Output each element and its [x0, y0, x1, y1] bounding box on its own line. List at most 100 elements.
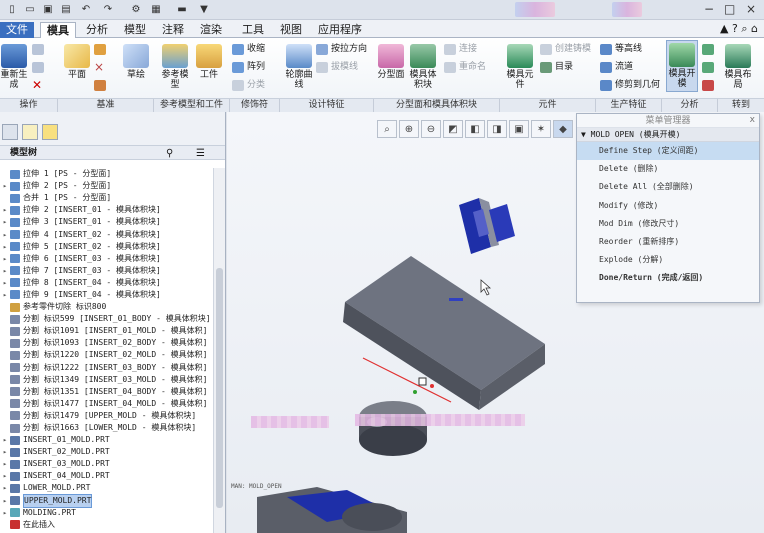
tree-row[interactable]: 分割 标识1220 [INSERT_02_MOLD - 模具体积] [0, 349, 213, 361]
expand-icon[interactable]: ▸ [0, 289, 10, 301]
tree-row[interactable]: 分割 标识1091 [INSERT_01_MOLD - 模具体积] [0, 325, 213, 337]
minimize-icon[interactable]: − [704, 2, 714, 16]
tree-row[interactable]: 分割 标识1093 [INSERT_02_BODY - 模具体积] [0, 337, 213, 349]
tab-annotate[interactable]: 注释 [156, 22, 190, 38]
csys-button[interactable] [94, 78, 109, 92]
expand-icon[interactable]: ▸ [0, 253, 10, 265]
save-icon[interactable]: ▣ [40, 2, 56, 17]
tree-filter-icon[interactable]: ⚲ [166, 147, 173, 161]
tree-row[interactable]: ▸ 拉伸 5 [INSERT_02 - 模具体积块] [0, 241, 213, 253]
search-icon[interactable]: ⌕ [741, 22, 747, 35]
pattern-button[interactable]: 阵列 [232, 60, 265, 74]
tree-row[interactable]: 分割 标识1222 [INSERT_03_BODY - 模具体积] [0, 362, 213, 374]
tab-view[interactable]: 视图 [274, 22, 308, 38]
tab-tools[interactable]: 工具 [236, 22, 270, 38]
menu-item[interactable]: Mod Dim (修改尺寸) [577, 215, 759, 233]
help-icon[interactable]: ? [732, 22, 738, 35]
tree-row[interactable]: ▸ 拉伸 8 [INSERT_04 - 模具体积块] [0, 277, 213, 289]
print-icon[interactable]: ▤ [58, 2, 74, 17]
group-datum[interactable]: 基准 [58, 99, 154, 112]
tree-row[interactable]: 分割 标识1663 [LOWER_MOLD - 模具体积块] [0, 422, 213, 434]
folder-icon[interactable]: ▬ [174, 2, 190, 17]
tree-row[interactable]: 分割 标识1479 [UPPER_MOLD - 模具体积块] [0, 410, 213, 422]
plane-button[interactable]: 平面 [62, 44, 92, 80]
tree-row[interactable]: ▸ 拉伸 2 [INSERT_01 - 模具体积块] [0, 204, 213, 216]
open-icon[interactable]: ▭ [22, 2, 38, 17]
contour-curve-button[interactable]: 轮廓曲线 [284, 44, 314, 90]
delete-button[interactable]: ✕ [32, 78, 42, 92]
group-modifiers[interactable]: 修饰符 [230, 99, 280, 112]
tree-row[interactable]: ▸ 拉伸 9 [INSERT_04 - 模具体积块] [0, 289, 213, 301]
tree-row[interactable]: ▸ INSERT_01_MOLD.PRT [0, 434, 213, 446]
menu-item[interactable]: Modify (修改) [577, 197, 759, 215]
mold-component-button[interactable]: 模具元件 [504, 44, 536, 90]
tree-row[interactable]: ▸ INSERT_02_MOLD.PRT [0, 446, 213, 458]
regen-icon[interactable]: ⚙ [128, 2, 144, 17]
pin-icon[interactable]: ⌂ [751, 22, 758, 35]
tree-row[interactable]: ▸ 拉伸 6 [INSERT_03 - 模具体积块] [0, 253, 213, 265]
split-button[interactable]: 分类 [232, 78, 265, 92]
tree-row[interactable]: 拉伸 1 [PS - 分型面] [0, 168, 213, 180]
expand-icon[interactable]: ▸ [0, 446, 10, 458]
menu-item[interactable]: Define Step (定义间距) [577, 142, 759, 161]
collapse-icon[interactable]: ▲ [720, 22, 728, 35]
runner-button[interactable]: 流道 [600, 60, 633, 74]
tree-row[interactable]: ▸ INSERT_03_MOLD.PRT [0, 458, 213, 470]
expand-icon[interactable]: ▸ [0, 507, 10, 519]
group-reference-model[interactable]: 参考模型和工件 [154, 99, 230, 112]
tree-row[interactable]: ▸ 拉伸 4 [INSERT_02 - 模具体积块] [0, 228, 213, 240]
mold-volume-button[interactable]: 模具体积块 [406, 44, 440, 90]
tree-scroll-thumb[interactable] [216, 268, 223, 508]
qat-dropdown-icon[interactable]: ▼ [196, 2, 212, 17]
expand-icon[interactable]: ▸ [0, 216, 10, 228]
mold-open-submenu[interactable]: ▼ MOLD OPEN (模具开模) [577, 128, 759, 142]
expand-icon[interactable]: ▸ [0, 470, 10, 482]
tree-row[interactable]: 分割 标识599 [INSERT_01_BODY - 模具体积块] [0, 313, 213, 325]
regenerate-button[interactable]: 重新生成 [0, 44, 28, 90]
contour-button[interactable]: 等高线 [600, 42, 642, 56]
connect-button[interactable]: 连接 [444, 42, 477, 56]
mold-opening-button[interactable]: 模具开模 [666, 40, 698, 92]
group-analysis[interactable]: 分析 [662, 99, 718, 112]
analysis-1-button[interactable] [702, 42, 717, 56]
menu-item[interactable]: Explode (分解) [577, 251, 759, 269]
axis-button[interactable] [94, 42, 109, 56]
folder-browser-icon[interactable] [42, 124, 58, 140]
new-icon[interactable]: ▯ [4, 2, 20, 17]
restore-icon[interactable]: □ [724, 2, 735, 16]
tree-row[interactable]: 分割 标识1477 [INSERT_04_MOLD - 模具体积] [0, 398, 213, 410]
group-design-features[interactable]: 设计特征 [280, 99, 374, 112]
tree-row[interactable]: ▸ INSERT_04_MOLD.PRT [0, 470, 213, 482]
layer-tree-icon[interactable] [22, 124, 38, 140]
tree-columns-icon[interactable]: ☰ [196, 147, 205, 161]
mold-layout-button[interactable]: 模具布局 [722, 44, 754, 90]
tree-row[interactable]: ▸ 拉伸 3 [INSERT_01 - 模具体积块] [0, 216, 213, 228]
tree-row[interactable]: 分割 标识1351 [INSERT_04_BODY - 模具体积] [0, 386, 213, 398]
group-parting-surface[interactable]: 分型面和模具体积块 [374, 99, 500, 112]
group-operations[interactable]: 操作 [0, 99, 58, 112]
expand-icon[interactable]: ▸ [0, 434, 10, 446]
tree-row[interactable]: 合并 1 [PS - 分型面] [0, 192, 213, 204]
undo-icon[interactable]: ↶ [78, 2, 94, 17]
redo-icon[interactable]: ↷ [100, 2, 116, 17]
tree-row[interactable]: ▸ 拉伸 2 [PS - 分型面] [0, 180, 213, 192]
tree-row[interactable]: 在此插入 [0, 519, 213, 531]
shrink-button[interactable]: 收缩 [232, 42, 265, 56]
tree-settings-icon[interactable] [2, 124, 18, 140]
expand-icon[interactable]: ▸ [0, 277, 10, 289]
expand-icon[interactable]: ▸ [0, 265, 10, 277]
menu-close-icon[interactable]: x [750, 115, 755, 125]
graphics-window[interactable]: ⌕ ⊕ ⊖ ◩ ◧ ◨ ▣ ✶ ◆ MAN: MOLD_OPEN 菜单管理器 x… [227, 112, 764, 533]
catalog-button[interactable]: 目录 [540, 60, 573, 74]
tree-scrollbar[interactable] [213, 168, 225, 533]
menu-item[interactable]: Delete (删除) [577, 160, 759, 178]
reference-model-button[interactable]: 参考模型 [158, 44, 192, 90]
expand-icon[interactable]: ▸ [0, 204, 10, 216]
expand-icon[interactable]: ▸ [0, 482, 10, 494]
extrude-direction-button[interactable]: 按拉方向 [316, 42, 367, 56]
expand-icon[interactable]: ▸ [0, 180, 10, 192]
group-goto[interactable]: 转到 [718, 99, 764, 112]
tree-row[interactable]: 参考零件切除 标识800 [0, 301, 213, 313]
tree-row[interactable]: ▸ 拉伸 7 [INSERT_03 - 模具体积块] [0, 265, 213, 277]
create-casting-button[interactable]: 创建铸模 [540, 42, 591, 56]
